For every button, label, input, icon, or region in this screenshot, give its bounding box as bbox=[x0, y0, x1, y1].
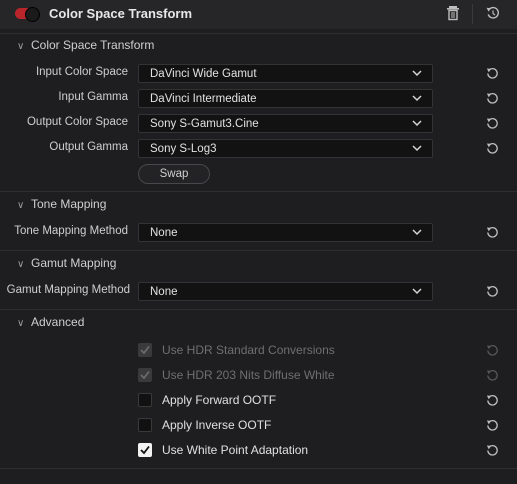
input-gamma-dropdown[interactable]: DaVinci Intermediate bbox=[138, 89, 433, 108]
reset-icon[interactable] bbox=[485, 66, 500, 81]
reset-icon[interactable] bbox=[485, 91, 500, 106]
output-color-space-label: Output Color Space bbox=[26, 116, 128, 128]
use-white-point-adaptation-checkbox[interactable] bbox=[138, 443, 152, 457]
section-title: Gamut Mapping bbox=[31, 256, 117, 270]
apply-inverse-ootf-label[interactable]: Apply Inverse OOTF bbox=[162, 418, 271, 432]
dropdown-value: None bbox=[150, 227, 178, 239]
reset-icon[interactable] bbox=[485, 284, 500, 299]
trash-icon[interactable] bbox=[446, 5, 460, 26]
chevron-down-icon: ∨ bbox=[17, 200, 25, 211]
reset-icon bbox=[486, 370, 498, 381]
dropdown-value: Sony S-Gamut3.Cine bbox=[150, 118, 259, 130]
use-hdr-standard-conversions-label: Use HDR Standard Conversions bbox=[162, 343, 335, 357]
section-color-space-transform[interactable]: ∨ Color Space Transform bbox=[17, 38, 154, 52]
apply-inverse-ootf-checkbox[interactable] bbox=[138, 418, 152, 432]
dropdown-value: None bbox=[150, 286, 178, 298]
divider bbox=[0, 33, 517, 34]
chevron-down-icon bbox=[412, 120, 422, 127]
section-tone-mapping[interactable]: ∨ Tone Mapping bbox=[17, 197, 106, 211]
reset-icon[interactable] bbox=[485, 141, 500, 156]
output-gamma-dropdown[interactable]: Sony S-Log3 bbox=[138, 139, 433, 158]
reset-icon[interactable] bbox=[485, 225, 500, 240]
dropdown-value: Sony S-Log3 bbox=[150, 143, 217, 155]
reset-icon[interactable] bbox=[485, 116, 500, 131]
section-title: Color Space Transform bbox=[31, 38, 155, 52]
color-space-transform-panel: Color Space Transform ∨ Color Space Trans… bbox=[0, 0, 517, 484]
checkmark-icon bbox=[140, 445, 150, 455]
tone-mapping-method-label: Tone Mapping Method bbox=[14, 225, 128, 237]
reset-icon[interactable] bbox=[485, 393, 500, 408]
gamut-mapping-method-label: Gamut Mapping Method bbox=[6, 284, 130, 296]
swap-button[interactable]: Swap bbox=[138, 164, 210, 184]
chevron-down-icon: ∨ bbox=[17, 41, 25, 52]
section-gamut-mapping[interactable]: ∨ Gamut Mapping bbox=[17, 256, 116, 270]
input-color-space-label: Input Color Space bbox=[35, 66, 128, 78]
chevron-down-icon: ∨ bbox=[17, 318, 25, 329]
output-gamma-label: Output Gamma bbox=[49, 141, 128, 153]
use-white-point-adaptation-label[interactable]: Use White Point Adaptation bbox=[162, 443, 308, 457]
section-advanced[interactable]: ∨ Advanced bbox=[17, 315, 84, 329]
divider bbox=[0, 309, 517, 310]
gamut-mapping-method-dropdown[interactable]: None bbox=[138, 282, 433, 301]
chevron-down-icon bbox=[412, 145, 422, 152]
checkmark-icon bbox=[140, 370, 150, 380]
chevron-down-icon bbox=[412, 95, 422, 102]
reset-icon[interactable] bbox=[485, 443, 500, 458]
divider bbox=[0, 191, 517, 192]
input-gamma-label: Input Gamma bbox=[58, 91, 128, 103]
divider bbox=[0, 468, 517, 469]
input-color-space-dropdown[interactable]: DaVinci Wide Gamut bbox=[138, 64, 433, 83]
panel-header: Color Space Transform bbox=[0, 0, 517, 29]
panel-title: Color Space Transform bbox=[49, 6, 193, 21]
toggle-knob bbox=[25, 7, 40, 22]
reset-icon bbox=[486, 345, 498, 356]
chevron-down-icon bbox=[412, 229, 422, 236]
dropdown-value: DaVinci Wide Gamut bbox=[150, 68, 257, 80]
dropdown-value: DaVinci Intermediate bbox=[150, 93, 257, 105]
checkmark-icon bbox=[140, 345, 150, 355]
section-title: Advanced bbox=[31, 315, 85, 329]
apply-forward-ootf-label[interactable]: Apply Forward OOTF bbox=[162, 393, 276, 407]
apply-forward-ootf-checkbox[interactable] bbox=[138, 393, 152, 407]
chevron-down-icon: ∨ bbox=[17, 259, 25, 270]
chevron-down-icon bbox=[412, 288, 422, 295]
section-title: Tone Mapping bbox=[31, 197, 107, 211]
output-color-space-dropdown[interactable]: Sony S-Gamut3.Cine bbox=[138, 114, 433, 133]
chevron-down-icon bbox=[412, 70, 422, 77]
enable-toggle[interactable] bbox=[15, 7, 40, 22]
use-hdr-standard-conversions-checkbox bbox=[138, 343, 152, 357]
use-hdr-203-nits-checkbox bbox=[138, 368, 152, 382]
divider bbox=[0, 250, 517, 251]
reset-all-icon[interactable] bbox=[485, 5, 501, 26]
use-hdr-203-nits-label: Use HDR 203 Nits Diffuse White bbox=[162, 368, 335, 382]
tone-mapping-method-dropdown[interactable]: None bbox=[138, 223, 433, 242]
reset-icon[interactable] bbox=[485, 418, 500, 433]
header-separator bbox=[472, 4, 473, 24]
